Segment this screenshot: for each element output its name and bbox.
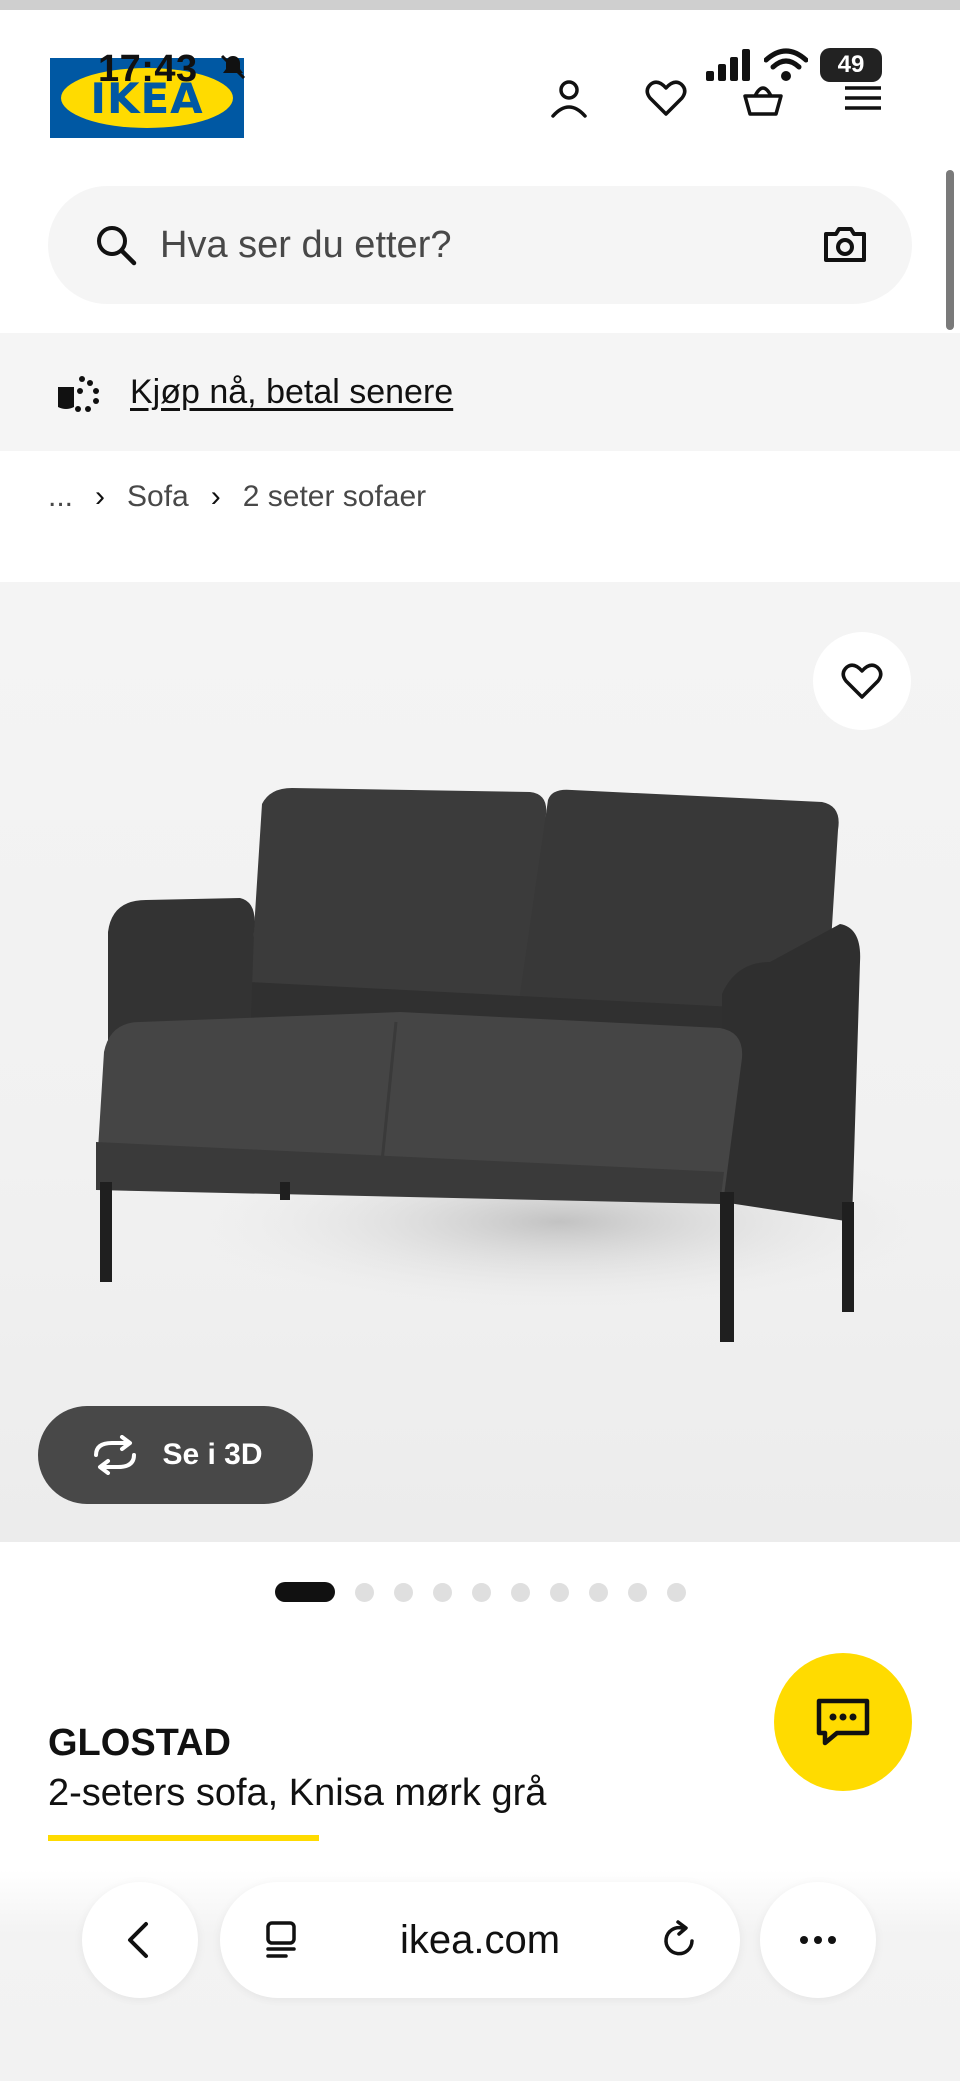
product-description: 2-seters sofa, Knisa mørk grå	[48, 1772, 547, 1814]
chevron-right-icon: ›	[95, 480, 106, 513]
chat-button[interactable]	[774, 1653, 912, 1791]
camera-icon[interactable]	[820, 220, 870, 270]
promo-link[interactable]: Kjøp nå, betal senere	[130, 373, 453, 412]
breadcrumb-ellipsis[interactable]: ...	[48, 480, 73, 514]
bell-muted-icon	[220, 54, 246, 80]
view-3d-label: Se i 3D	[162, 1438, 263, 1471]
carousel-dot[interactable]	[394, 1582, 413, 1602]
chevron-left-icon	[128, 1922, 148, 1958]
basket-icon	[743, 86, 783, 116]
carousel-dot[interactable]	[433, 1582, 452, 1602]
signal-icon	[706, 49, 750, 81]
top-edge	[0, 0, 960, 10]
payment-icon	[58, 376, 99, 412]
breadcrumb: ... › Sofa › 2 seter sofaer	[48, 480, 426, 514]
more-button[interactable]	[760, 1882, 876, 1998]
chevron-right-icon: ›	[210, 480, 221, 513]
breadcrumb-item-2-seter[interactable]: 2 seter sofaer	[243, 480, 426, 514]
product-name: GLOSTAD	[48, 1722, 231, 1764]
tabs-icon[interactable]	[260, 1919, 302, 1961]
url-text[interactable]: ikea.com	[400, 1918, 560, 1963]
carousel-dot[interactable]	[355, 1582, 374, 1602]
carousel-dots	[275, 1582, 686, 1602]
carousel-dot[interactable]	[472, 1582, 491, 1602]
search-icon	[97, 226, 137, 266]
carousel-dot[interactable]	[667, 1582, 686, 1602]
carousel-dot[interactable]	[511, 1582, 530, 1602]
status-right: 49	[706, 48, 882, 82]
wifi-icon	[764, 48, 808, 81]
battery-indicator: 49	[820, 48, 882, 82]
carousel-dot[interactable]	[550, 1582, 569, 1602]
search-bar[interactable]	[48, 186, 912, 304]
account-button[interactable]	[541, 70, 597, 126]
carousel-dot[interactable]	[628, 1582, 647, 1602]
user-icon	[551, 80, 587, 118]
rotate-3d-icon	[94, 1435, 137, 1475]
scrollbar[interactable]	[946, 170, 954, 330]
sofa-image	[96, 788, 940, 1342]
promo-banner[interactable]: Kjøp nå, betal senere	[0, 333, 960, 451]
title-underline	[48, 1835, 319, 1841]
breadcrumb-item-sofa[interactable]: Sofa	[127, 480, 189, 514]
heart-icon	[841, 663, 883, 699]
favourites-button[interactable]	[638, 70, 694, 126]
view-3d-button[interactable]: Se i 3D	[38, 1406, 313, 1504]
carousel-dot[interactable]	[275, 1582, 335, 1602]
add-to-favourites-button[interactable]	[813, 632, 911, 730]
back-button[interactable]	[82, 1882, 198, 1998]
heart-icon	[645, 80, 687, 116]
more-icon	[800, 1936, 836, 1944]
carousel-dot[interactable]	[589, 1582, 608, 1602]
address-bar[interactable]: ikea.com	[220, 1882, 740, 1998]
search-input[interactable]	[160, 223, 820, 267]
reload-icon[interactable]	[658, 1919, 700, 1961]
chat-icon	[816, 1698, 870, 1746]
status-time: 17:43	[98, 48, 198, 90]
product-image[interactable]	[0, 582, 960, 1542]
menu-icon	[845, 86, 881, 110]
